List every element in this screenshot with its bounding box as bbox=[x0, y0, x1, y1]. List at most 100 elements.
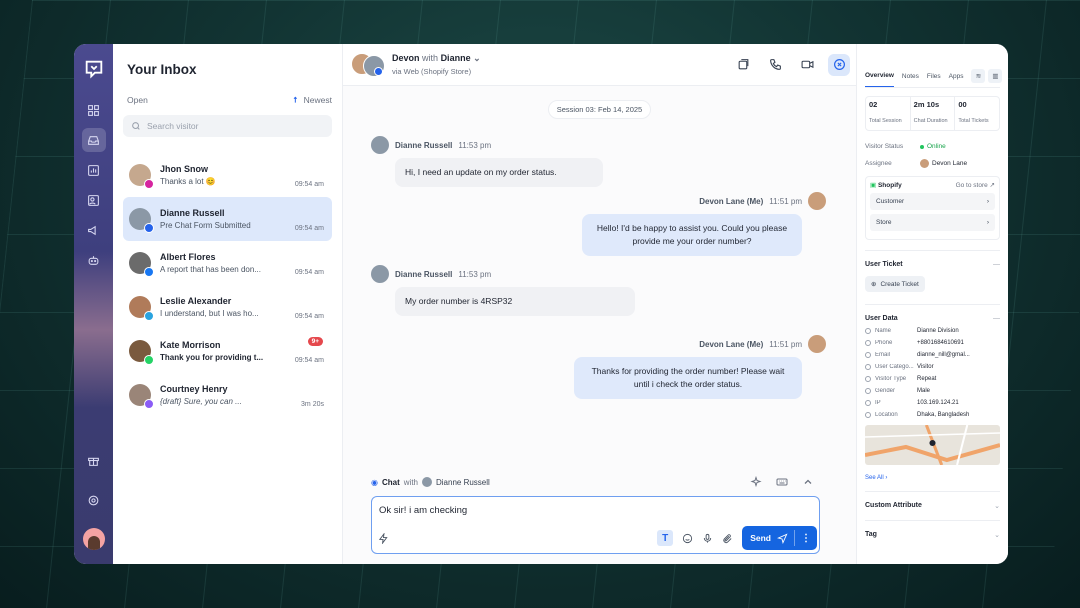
stat-value: 00 bbox=[958, 100, 967, 109]
conversation-time: 3m 20s bbox=[301, 401, 324, 408]
lightning-icon[interactable] bbox=[378, 532, 389, 544]
conversation-list: Jhon Snow Thanks a lot 😊 09:54 am Dianne… bbox=[123, 153, 332, 417]
see-all-link[interactable]: See All › bbox=[865, 475, 1000, 481]
megaphone-icon bbox=[88, 225, 96, 235]
inbox-title: Your Inbox bbox=[127, 62, 197, 77]
conversation-item[interactable]: Jhon Snow Thanks a lot 😊 09:54 am bbox=[123, 153, 332, 197]
search-placeholder: Search visitor bbox=[147, 121, 199, 131]
conversation-time: 09:54 am bbox=[294, 269, 324, 276]
conversation-item[interactable]: Kate Morrison Thank you for providing t.… bbox=[123, 329, 332, 373]
user-data-section[interactable]: User Data — bbox=[865, 304, 1000, 322]
field-icon bbox=[865, 352, 871, 358]
field-label: IP bbox=[875, 400, 881, 406]
user-avatar[interactable] bbox=[82, 528, 105, 550]
composer-mode[interactable]: Chat bbox=[382, 478, 400, 487]
emoji-icon[interactable] bbox=[682, 533, 693, 544]
message-bubble: My order number is 4RSP32 bbox=[395, 287, 635, 316]
message-bubble: Thanks for providing the order number! P… bbox=[574, 357, 802, 399]
avatar bbox=[129, 296, 154, 321]
avatar bbox=[371, 265, 389, 283]
microphone-icon[interactable] bbox=[702, 533, 713, 544]
gift-nav-button[interactable] bbox=[82, 448, 106, 472]
custom-attribute-section[interactable]: Custom Attribute ⌄ bbox=[865, 491, 1000, 510]
contacts-icon bbox=[88, 194, 99, 206]
tab-overview[interactable]: Overview bbox=[865, 72, 894, 87]
conversation-preview: I understand, but I was ho... bbox=[160, 309, 259, 318]
keyboard-icon[interactable] bbox=[776, 476, 788, 488]
close-chat-button[interactable] bbox=[828, 53, 850, 76]
field-icon bbox=[865, 376, 871, 382]
assignee-selector[interactable]: Devon Lane bbox=[920, 159, 967, 168]
bots-nav-button[interactable] bbox=[82, 248, 106, 272]
search-field[interactable]: Search visitor bbox=[123, 115, 332, 137]
sparkle-icon[interactable] bbox=[750, 476, 762, 488]
message-time: 11:53 pm bbox=[458, 269, 492, 279]
shop-store-item[interactable]: Store › bbox=[870, 214, 995, 231]
transcript-button[interactable] bbox=[732, 54, 754, 76]
message-bubble: Hi, I need an update on my order status. bbox=[395, 158, 603, 187]
conversation-time: 09:54 am bbox=[294, 225, 324, 232]
more-vertical-icon[interactable]: ⋮ bbox=[801, 533, 811, 544]
conversation-time: 09:54 am bbox=[294, 357, 324, 364]
panel-icon[interactable]: ▥ bbox=[988, 69, 1003, 83]
go-to-store-link[interactable]: Go to store ↗ bbox=[956, 181, 995, 189]
send-button[interactable]: Send ⋮ bbox=[742, 526, 817, 550]
conversation-time: 09:54 am bbox=[294, 313, 324, 320]
whatsapp-icon bbox=[144, 355, 154, 365]
conversation-item[interactable]: Albert Flores A report that has been don… bbox=[123, 241, 332, 285]
field-label: Phone bbox=[875, 340, 893, 346]
conversation-item[interactable]: Leslie Alexander I understand, but I was… bbox=[123, 285, 332, 329]
field-icon bbox=[865, 388, 871, 394]
chat-title[interactable]: Devon with Dianne ⌄ bbox=[392, 53, 481, 64]
layers-icon[interactable]: ≋ bbox=[971, 69, 986, 83]
settings-nav-button[interactable] bbox=[82, 488, 106, 512]
bot-icon bbox=[88, 255, 99, 265]
field-label: Location bbox=[875, 412, 898, 418]
go-to-store-label: Go to store bbox=[955, 182, 988, 189]
status-filter[interactable]: Open bbox=[127, 95, 148, 105]
video-call-button[interactable] bbox=[796, 54, 818, 76]
section-title: User Data bbox=[865, 315, 898, 322]
attachment-icon[interactable] bbox=[722, 533, 733, 544]
inbox-nav-button[interactable] bbox=[81, 128, 106, 152]
field-value: 103.169.124.21 bbox=[917, 400, 959, 406]
collapse-icon: — bbox=[993, 261, 1000, 268]
message-bubble: Hello! I'd be happy to assist you. Could… bbox=[582, 214, 802, 256]
create-ticket-label: Create Ticket bbox=[880, 280, 919, 288]
shop-customer-item[interactable]: Customer › bbox=[870, 193, 995, 210]
field-value: +8801684610691 bbox=[917, 340, 964, 346]
create-ticket-button[interactable]: ⊕ Create Ticket bbox=[865, 276, 925, 292]
tab-files[interactable]: Files bbox=[927, 73, 941, 87]
tab-apps[interactable]: Apps bbox=[949, 73, 964, 87]
sort-dropdown[interactable]: Newest bbox=[293, 95, 332, 105]
field-icon bbox=[865, 340, 871, 346]
campaigns-nav-button[interactable] bbox=[82, 218, 106, 242]
field-value: Dianne Division bbox=[917, 328, 959, 334]
phone-icon bbox=[769, 59, 781, 70]
tag-section[interactable]: Tag ⌄ bbox=[865, 520, 1000, 539]
contacts-nav-button[interactable] bbox=[82, 188, 106, 212]
session-stats: 02 Total Session 2m 10s Chat Duration 00 To… bbox=[865, 96, 1000, 131]
shop-name: Shopify bbox=[877, 182, 902, 189]
conversation-item[interactable]: Courtney Henry {draft} Sure, you can ...… bbox=[123, 373, 332, 417]
message-input[interactable]: Ok sir! i am checking T Send ⋮ bbox=[371, 496, 820, 554]
sort-icon bbox=[293, 96, 297, 103]
composer-target: Dianne Russell bbox=[436, 477, 490, 487]
location-map[interactable] bbox=[865, 425, 1000, 465]
stat-value: 02 bbox=[869, 100, 878, 109]
call-button[interactable] bbox=[764, 54, 786, 76]
video-icon bbox=[801, 60, 813, 69]
user-data-row: Name Dianne Division bbox=[865, 328, 1000, 334]
details-tabs: Overview Notes Files Apps ≋ ▥ bbox=[865, 58, 1003, 88]
chevron-up-icon[interactable] bbox=[802, 476, 814, 488]
user-ticket-section[interactable]: User Ticket — bbox=[865, 250, 1000, 268]
reports-nav-button[interactable] bbox=[82, 158, 106, 182]
message-sender: Devon Lane (Me) bbox=[699, 196, 764, 206]
text-format-button[interactable]: T bbox=[657, 530, 674, 546]
user-data-row: User Catego... Visitor bbox=[865, 364, 1000, 370]
conversation-name: Leslie Alexander bbox=[160, 296, 232, 306]
conversation-item[interactable]: Dianne Russell Pre Chat Form Submitted 0… bbox=[123, 197, 332, 241]
tab-notes[interactable]: Notes bbox=[902, 73, 919, 87]
dashboard-nav-button[interactable] bbox=[82, 98, 106, 122]
conversation-name: Courtney Henry bbox=[160, 384, 228, 394]
